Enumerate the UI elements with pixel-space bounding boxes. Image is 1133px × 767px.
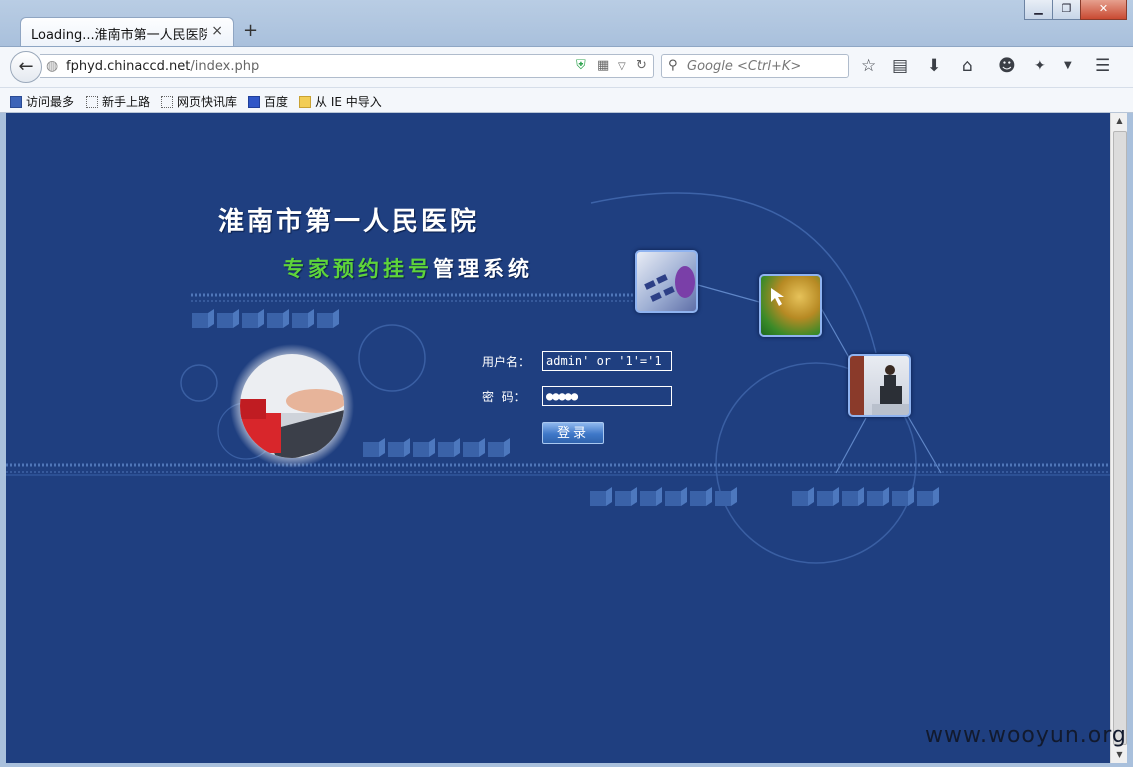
bookmark-import-ie[interactable]: 从 IE 中导入 [299,93,382,110]
scrollbar-thumb[interactable] [1113,131,1127,745]
url-text[interactable]: fphyd.chinaccd.net/index.php [66,59,259,74]
reload-icon[interactable]: ↻ [636,58,647,73]
search-placeholder: Google <Ctrl+K> [687,59,802,74]
tab-close-icon[interactable]: × [211,23,223,39]
bookmark-label: 网页快讯库 [177,95,238,109]
bookmark-baidu[interactable]: 百度 [248,93,288,110]
new-tab-button[interactable]: + [243,20,258,41]
system-subtitle: 专家预约挂号管理系统 [283,253,533,283]
subtitle-white: 管理系统 [433,256,533,281]
window-titlebar: Loading...淮南市第一人民医院... × + ▁ ❐ ✕ [0,0,1133,47]
globe-icon: ◍ [46,58,59,74]
window-border-right [1127,113,1133,767]
password-label: 密 码： [482,390,526,404]
folder-icon [299,96,311,108]
bookmark-getting-started[interactable]: 新手上路 [86,93,150,110]
dropdown-arrow-icon[interactable]: ▽ [618,61,626,72]
page-icon [86,96,98,108]
bookmark-web-slices[interactable]: 网页快讯库 [161,93,237,110]
back-button[interactable]: ← [10,51,42,83]
username-input[interactable] [542,351,672,371]
search-bar[interactable]: ⚲ Google <Ctrl+K> [661,54,849,78]
page-icon [161,96,173,108]
globe-thumbnail [759,274,822,337]
extension-icon[interactable]: ✦ [1034,58,1046,74]
extension-dropdown-icon[interactable]: ▼ [1064,60,1072,71]
bookmark-most-visited[interactable]: 访问最多 [10,93,74,110]
bookmark-label: 百度 [264,95,289,109]
password-input[interactable]: ●●●●● [542,386,672,406]
download-icon[interactable]: ⬇ [927,56,941,76]
menu-icon[interactable]: ☰ [1095,56,1110,76]
minimize-button[interactable]: ▁ [1024,0,1053,20]
bookmark-label: 访问最多 [26,95,75,109]
tab-title: Loading...淮南市第一人民医院... [31,28,207,43]
hospital-title: 淮南市第一人民医院 [218,207,480,237]
maximize-button[interactable]: ❐ [1052,0,1081,20]
bookmark-label: 从 IE 中导入 [315,95,382,109]
window-controls: ▁ ❐ ✕ [1024,0,1127,20]
reading-list-icon[interactable]: ▤ [892,56,908,76]
keyboard-thumbnail [635,250,698,313]
search-icon: ⚲ [668,58,678,73]
address-bar[interactable]: ◍ fphyd.chinaccd.net/index.php ⛨ ▦ ▽ ↻ [40,54,654,78]
scroll-up-icon[interactable]: ▲ [1111,113,1128,129]
bookmark-star-icon[interactable]: ☆ [861,56,876,76]
vertical-scrollbar[interactable]: ▲ ▼ [1110,113,1128,763]
back-arrow-icon: ← [18,56,34,77]
browser-tab[interactable]: Loading...淮南市第一人民医院... × [20,17,234,46]
qr-code-icon[interactable]: ▦ [597,58,609,73]
window-border-bottom [0,763,1133,767]
close-window-button[interactable]: ✕ [1080,0,1127,20]
login-button[interactable]: 登录 [542,422,604,444]
office-thumbnail [848,354,911,417]
shield-icon[interactable]: ⛨ [576,58,586,73]
subtitle-green: 专家预约挂号 [283,256,433,281]
bookmarks-toolbar: 访问最多 新手上路 网页快讯库 百度 从 IE 中导入 [0,88,1133,113]
username-label: 用户名： [482,355,531,369]
watermark: www.wooyun.org [925,723,1127,748]
most-visited-icon [10,96,22,108]
navigation-toolbar: ◍ fphyd.chinaccd.net/index.php ⛨ ▦ ▽ ↻ ←… [0,47,1133,88]
chat-icon[interactable]: ☻ [998,56,1016,76]
baidu-paw-icon [248,96,260,108]
home-icon[interactable]: ⌂ [962,56,973,76]
login-page: 淮南市第一人民医院 专家预约挂号管理系统 用户名： 密 码： ●●●●● 登录 [6,113,1110,763]
bookmark-label: 新手上路 [102,95,151,109]
scroll-down-icon[interactable]: ▼ [1111,747,1128,763]
